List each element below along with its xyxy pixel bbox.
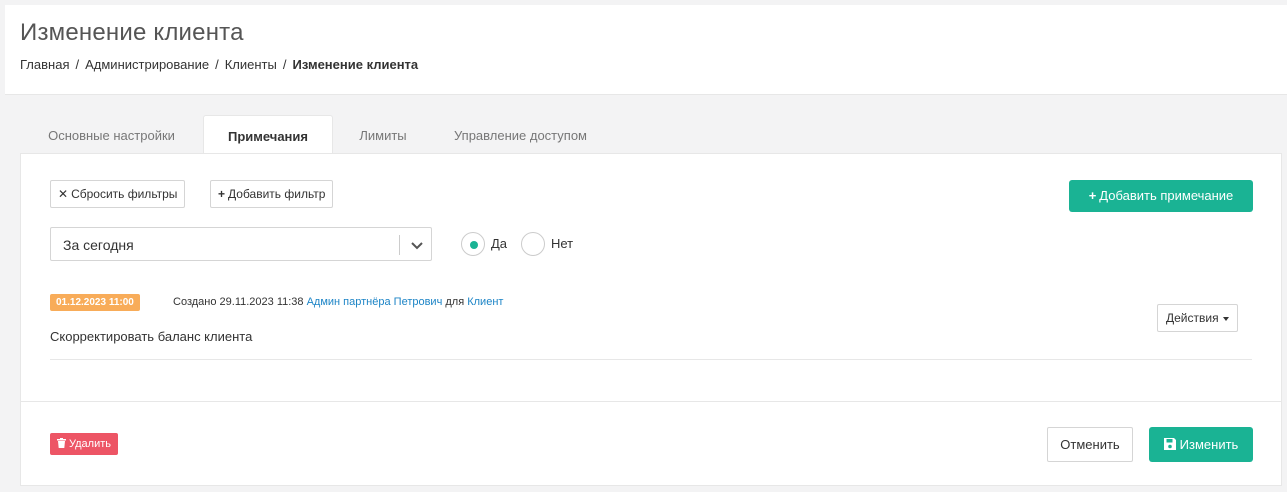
breadcrumb-administration[interactable]: Администрирование — [85, 57, 209, 72]
save-label: Изменить — [1179, 437, 1239, 452]
radio-yes[interactable]: Да — [461, 232, 511, 256]
radio-no-label: Нет — [551, 236, 574, 251]
trash-icon — [57, 438, 66, 448]
radio-selected-dot — [470, 241, 478, 249]
chevron-down-icon[interactable] — [409, 237, 425, 253]
tab-main-settings[interactable]: Основные настройки — [20, 115, 203, 154]
breadcrumb-home[interactable]: Главная — [20, 57, 69, 72]
radio-no-circle[interactable] — [521, 232, 545, 256]
breadcrumb-current: Изменение клиента — [292, 57, 419, 72]
reset-filters-label: Сбросить фильтры — [71, 187, 178, 201]
note-text: Скорректировать баланс клиента — [50, 329, 253, 344]
actions-label: Действия — [1166, 311, 1219, 325]
note-target-link[interactable]: Клиент — [467, 296, 503, 308]
breadcrumb-separator: / — [75, 57, 80, 72]
floppy-disk-icon — [1163, 438, 1176, 450]
times-icon: ✕ — [58, 187, 69, 201]
period-select-value: За сегодня — [63, 237, 134, 253]
radio-yes-label: Да — [491, 236, 508, 251]
tab-limits[interactable]: Лимиты — [333, 115, 433, 154]
breadcrumb-clients[interactable]: Клиенты — [225, 57, 277, 72]
note-date-badge: 01.12.2023 11:00 — [50, 294, 140, 311]
radio-yes-circle[interactable] — [461, 232, 485, 256]
page-header: Изменение клиента Главная / Администрирова… — [5, 5, 1287, 95]
add-filter-button[interactable]: + Добавить фильтр — [210, 180, 334, 208]
actions-dropdown-button[interactable]: Действия — [1157, 304, 1238, 332]
add-note-button[interactable]: + Добавить примечание — [1069, 180, 1253, 212]
breadcrumb-separator: / — [282, 57, 287, 72]
radio-no[interactable]: Нет — [521, 232, 576, 256]
tabs: Основные настройки Примечания Лимиты Упр… — [20, 115, 1282, 154]
select-divider — [399, 235, 400, 255]
cancel-button[interactable]: Отменить — [1047, 427, 1133, 462]
save-button[interactable]: Изменить — [1149, 427, 1253, 462]
form-footer: Удалить Отменить Изменить — [21, 401, 1281, 486]
note-for-word: для — [445, 296, 465, 308]
note-meta: Создано 29.11.2023 11:38 Админ партнёра … — [173, 296, 503, 308]
notes-panel: ✕ Сбросить фильтры + Добавить фильтр + Доба… — [20, 153, 1282, 486]
breadcrumb: Главная / Администрирование / Клиенты / Измене… — [20, 57, 418, 72]
note-created: Создано 29.11.2023 11:38 — [173, 296, 304, 308]
add-filter-label: Добавить фильтр — [228, 187, 326, 201]
delete-button[interactable]: Удалить — [50, 433, 118, 455]
caret-down-icon — [1222, 316, 1229, 321]
breadcrumb-separator: / — [215, 57, 219, 72]
tab-notes[interactable]: Примечания — [203, 115, 333, 154]
plus-icon: + — [218, 187, 226, 201]
plus-icon: + — [1088, 188, 1097, 203]
page-title: Изменение клиента — [20, 19, 244, 46]
period-select[interactable]: За сегодня — [50, 227, 432, 261]
divider — [50, 359, 1252, 360]
tab-access-control[interactable]: Управление доступом — [433, 115, 608, 154]
note-author-link[interactable]: Админ партнёра Петрович — [307, 296, 443, 308]
delete-label: Удалить — [69, 438, 111, 450]
reset-filters-button[interactable]: ✕ Сбросить фильтры — [50, 180, 186, 208]
add-note-label: Добавить примечание — [1099, 188, 1234, 203]
